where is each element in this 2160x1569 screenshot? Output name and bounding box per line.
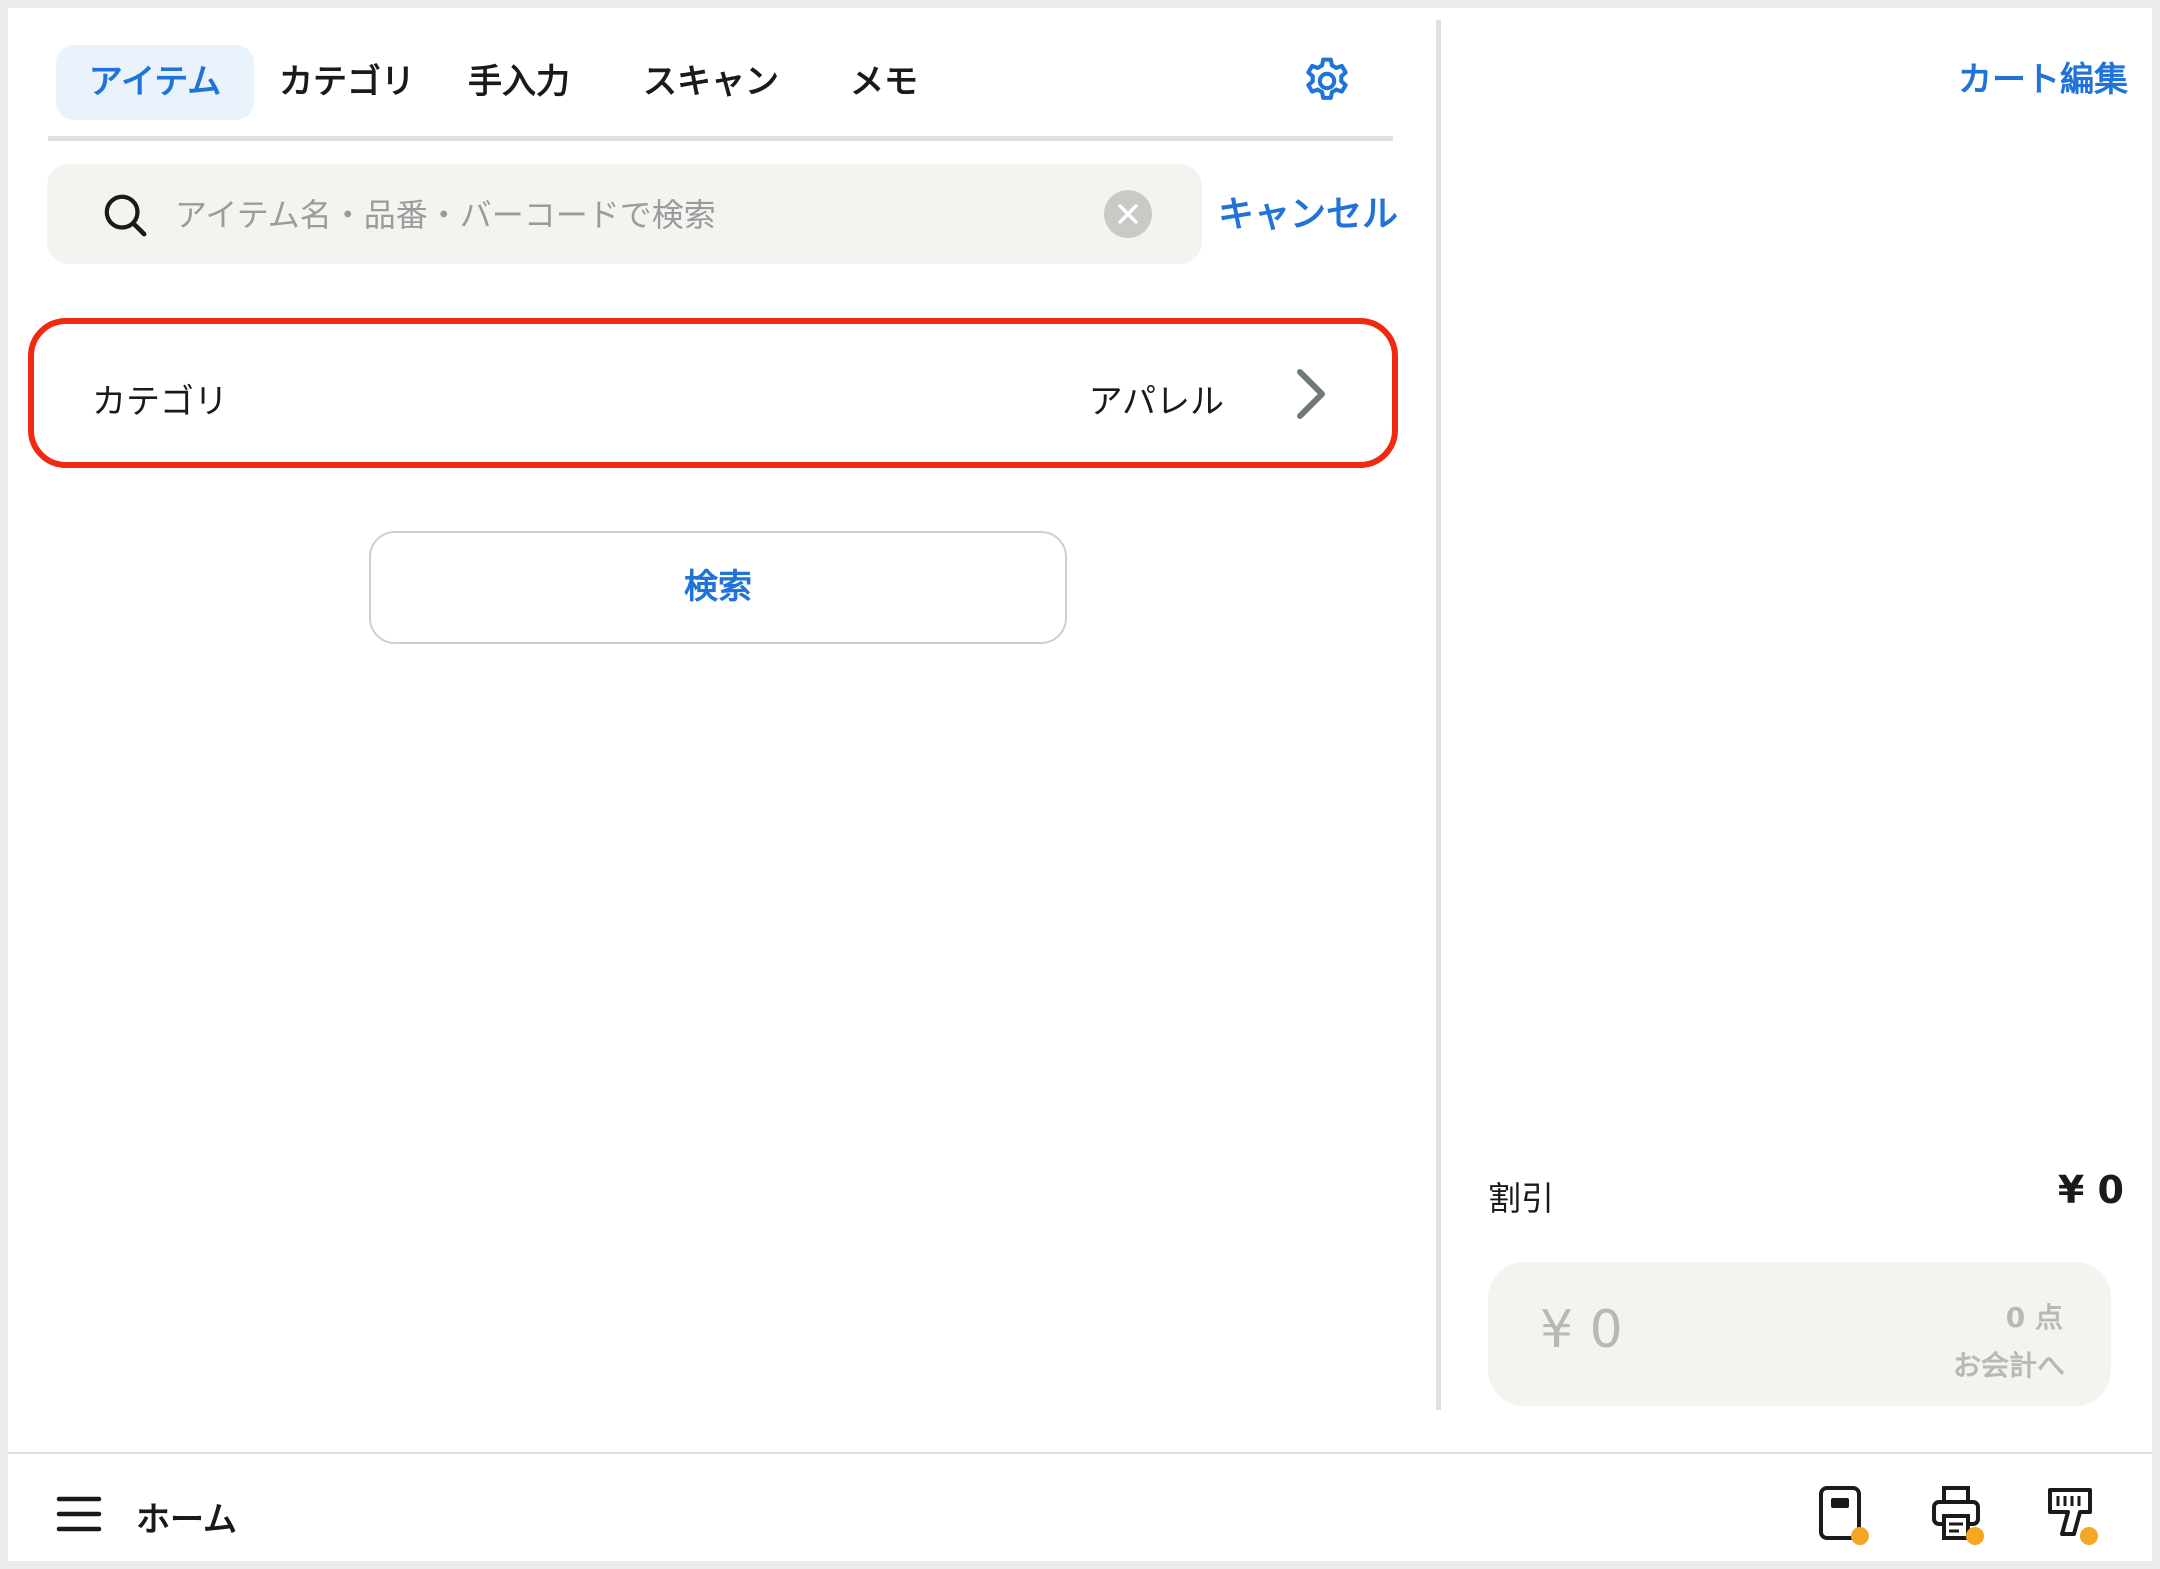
search-input[interactable] xyxy=(173,184,1097,246)
hamburger-menu-icon[interactable] xyxy=(56,1494,102,1534)
tab-manual-entry[interactable]: 手入力 xyxy=(448,45,590,120)
category-filter-value: アパレル xyxy=(1088,382,1224,422)
barcode-scanner-icon[interactable] xyxy=(2044,1484,2104,1548)
pane-divider xyxy=(1436,20,1441,1410)
tab-categories[interactable]: カテゴリ xyxy=(262,45,432,120)
search-icon xyxy=(104,194,147,237)
search-bar xyxy=(47,164,1202,264)
checkout-button[interactable]: ¥ 0 0 点 お会計へ xyxy=(1488,1262,2111,1406)
category-filter-label: カテゴリ xyxy=(92,382,228,422)
card-reader-icon[interactable] xyxy=(1815,1484,1875,1548)
search-submit-button[interactable]: 検索 xyxy=(369,531,1067,644)
close-icon xyxy=(1118,204,1138,224)
tab-scan[interactable]: スキャン xyxy=(626,45,796,120)
bottom-bar: ホーム xyxy=(8,1452,2152,1561)
category-filter-row[interactable]: カテゴリ アパレル xyxy=(28,318,1398,468)
chevron-right-icon xyxy=(1297,369,1325,419)
cart-edit-button[interactable]: カート編集 xyxy=(1958,52,2128,101)
home-label[interactable]: ホーム xyxy=(136,1492,237,1541)
tab-memo[interactable]: メモ xyxy=(832,45,936,120)
tab-items[interactable]: アイテム xyxy=(56,45,254,120)
cancel-search-button[interactable]: キャンセル xyxy=(1218,188,1398,242)
discount-value: ¥ 0 xyxy=(2057,1168,2124,1212)
settings-gear-icon[interactable] xyxy=(1300,54,1354,108)
cart-total-amount: ¥ 0 xyxy=(1540,1300,1623,1360)
app-frame: アイテム カテゴリ 手入力 スキャン メモ キャンセル カテゴリ アパレル xyxy=(8,8,2152,1561)
cart-item-count: 0 点 xyxy=(2005,1301,2063,1334)
clear-search-button[interactable] xyxy=(1104,190,1152,238)
discount-label: 割引 xyxy=(1488,1179,1554,1218)
receipt-printer-icon[interactable] xyxy=(1930,1484,1990,1548)
tab-bar: アイテム カテゴリ 手入力 スキャン メモ xyxy=(48,36,1393,141)
checkout-label: お会計へ xyxy=(1952,1349,2065,1382)
